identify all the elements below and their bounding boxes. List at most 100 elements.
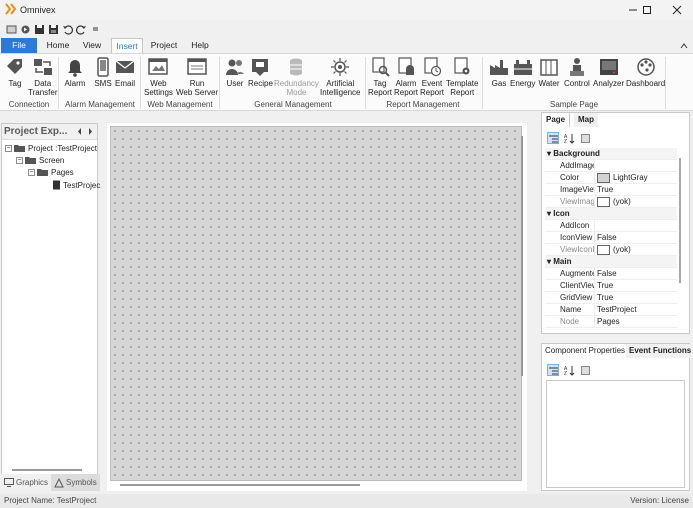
tag-report-button[interactable]: Tag Report bbox=[368, 56, 392, 97]
recipe-button[interactable]: Recipe bbox=[248, 56, 273, 88]
property-row[interactable]: AddIcon bbox=[545, 220, 677, 232]
component-properties-panel: Component Properties Event Functions AZ bbox=[541, 343, 693, 491]
analyzer-button[interactable]: Analyzer bbox=[593, 56, 624, 88]
close-button[interactable] bbox=[662, 0, 692, 20]
recipe-icon bbox=[249, 56, 271, 78]
tab-view[interactable]: View bbox=[78, 38, 106, 53]
gas-button[interactable]: Gas bbox=[488, 56, 510, 88]
svg-text:Z: Z bbox=[564, 371, 567, 376]
color-swatch bbox=[597, 172, 610, 183]
chevron-right-icon[interactable] bbox=[87, 127, 94, 138]
event-report-button[interactable]: Event Report bbox=[420, 56, 444, 97]
property-row[interactable]: ClientView True bbox=[545, 280, 677, 292]
chevron-left-icon[interactable] bbox=[76, 127, 83, 138]
redundancy-mode-button[interactable]: Redundancy Mode bbox=[274, 56, 319, 97]
folder-open-icon bbox=[37, 169, 48, 176]
quick-access-toolbar bbox=[5, 21, 101, 37]
horizontal-scrollbar[interactable] bbox=[120, 484, 360, 486]
tree-item-pages[interactable]: − Pages bbox=[28, 168, 74, 177]
page-icon bbox=[53, 180, 60, 190]
collapse-ribbon-button[interactable] bbox=[680, 42, 688, 52]
tab-component-properties[interactable]: Component Properties bbox=[542, 344, 630, 358]
category-main[interactable]: ▾ Main bbox=[545, 256, 677, 268]
tab-home[interactable]: Home bbox=[43, 38, 73, 53]
app-logo-icon bbox=[5, 3, 17, 15]
tag-button[interactable]: Tag bbox=[4, 56, 26, 88]
project-explorer-panel: Project Exp... − Project :TestProject − … bbox=[1, 123, 100, 491]
properties-toolbar: AZ bbox=[547, 132, 591, 144]
bell-icon bbox=[64, 56, 86, 78]
sms-button[interactable]: SMS bbox=[92, 56, 114, 88]
tab-graphics[interactable]: Graphics bbox=[1, 474, 52, 491]
undo-icon[interactable] bbox=[61, 23, 73, 35]
vertical-scrollbar[interactable] bbox=[679, 158, 681, 283]
categorized-icon[interactable] bbox=[547, 132, 559, 144]
vertical-scrollbar[interactable] bbox=[521, 136, 523, 376]
energy-button[interactable]: Energy bbox=[510, 56, 535, 88]
collapse-toggle-icon[interactable]: − bbox=[28, 169, 35, 176]
user-button[interactable]: User bbox=[224, 56, 246, 88]
new-icon[interactable] bbox=[5, 23, 17, 35]
property-pages-icon[interactable] bbox=[579, 364, 591, 376]
operator-icon bbox=[566, 56, 588, 78]
group-separator bbox=[365, 57, 366, 109]
open-icon[interactable] bbox=[19, 23, 31, 35]
dashboard-button[interactable]: Dashboard bbox=[626, 56, 665, 88]
category-icon[interactable]: ▾ Icon bbox=[545, 208, 677, 220]
property-row[interactable]: IconView False bbox=[545, 232, 677, 244]
tree-item-page[interactable]: TestProjec bbox=[52, 180, 100, 190]
tree-item-screen[interactable]: − Screen bbox=[16, 156, 64, 165]
email-button[interactable]: Email bbox=[114, 56, 136, 88]
horizontal-scrollbar[interactable] bbox=[12, 469, 82, 471]
run-web-server-button[interactable]: Run Web Server bbox=[176, 56, 218, 97]
artificial-intelligence-button[interactable]: Artificial Intelligence bbox=[320, 56, 360, 97]
tab-page[interactable]: Page bbox=[542, 113, 571, 127]
maximize-button[interactable] bbox=[632, 0, 662, 20]
component-property-grid[interactable] bbox=[546, 380, 685, 488]
factory-icon bbox=[488, 56, 510, 78]
web-server-icon bbox=[186, 56, 208, 78]
tab-event-functions[interactable]: Event Functions bbox=[626, 344, 693, 358]
tab-help[interactable]: Help bbox=[186, 38, 214, 53]
property-row[interactable]: AugmentedReFalse bbox=[545, 268, 677, 280]
property-row[interactable]: ViewImageDe(yok) bbox=[545, 196, 677, 208]
save-all-icon[interactable] bbox=[47, 23, 59, 35]
redo-icon[interactable] bbox=[75, 23, 87, 35]
ai-chip-icon bbox=[329, 56, 351, 78]
tab-symbols[interactable]: Symbols bbox=[51, 474, 100, 491]
property-row[interactable]: Name TestProject bbox=[545, 304, 677, 316]
tab-file[interactable]: File bbox=[1, 38, 37, 53]
design-canvas[interactable] bbox=[110, 126, 522, 481]
tab-project[interactable]: Project bbox=[148, 38, 180, 53]
property-row[interactable]: Color LightGray bbox=[545, 172, 677, 184]
property-row[interactable]: Node Pages bbox=[545, 316, 677, 328]
category-background[interactable]: ▾ Background bbox=[545, 148, 677, 160]
tab-map[interactable]: Map bbox=[574, 113, 598, 127]
tag-report-icon bbox=[369, 56, 391, 78]
alarm-report-button[interactable]: Alarm Report bbox=[394, 56, 418, 97]
tab-insert[interactable]: Insert bbox=[111, 38, 143, 53]
template-report-button[interactable]: Template Report bbox=[446, 56, 478, 97]
control-button[interactable]: Control bbox=[564, 56, 590, 88]
collapse-toggle-icon[interactable]: − bbox=[16, 157, 23, 164]
save-icon[interactable] bbox=[33, 23, 45, 35]
property-row[interactable]: AddImage bbox=[545, 160, 677, 172]
web-settings-button[interactable]: Web Settings bbox=[144, 56, 173, 97]
sort-alpha-icon[interactable]: AZ bbox=[563, 364, 575, 376]
database-icon bbox=[285, 56, 307, 78]
sort-alpha-icon[interactable]: AZ bbox=[563, 132, 575, 144]
collapse-toggle-icon[interactable]: − bbox=[5, 145, 12, 152]
categorized-icon[interactable] bbox=[547, 364, 559, 376]
customize-icon[interactable] bbox=[89, 23, 101, 35]
water-button[interactable]: Water bbox=[538, 56, 560, 88]
property-row[interactable]: GridView True bbox=[545, 292, 677, 304]
property-pages-icon[interactable] bbox=[579, 132, 591, 144]
folder-open-icon bbox=[14, 145, 25, 152]
property-row[interactable]: ImageViewTrue bbox=[545, 184, 677, 196]
property-row[interactable]: ViewIconDeta(yok) bbox=[545, 244, 677, 256]
group-separator bbox=[482, 57, 483, 109]
alarm-button[interactable]: Alarm bbox=[64, 56, 86, 88]
group-connection-label: Connection bbox=[8, 100, 50, 109]
data-transfer-button[interactable]: Data Transfer bbox=[28, 56, 58, 97]
tree-item-project[interactable]: − Project :TestProject bbox=[5, 144, 97, 153]
